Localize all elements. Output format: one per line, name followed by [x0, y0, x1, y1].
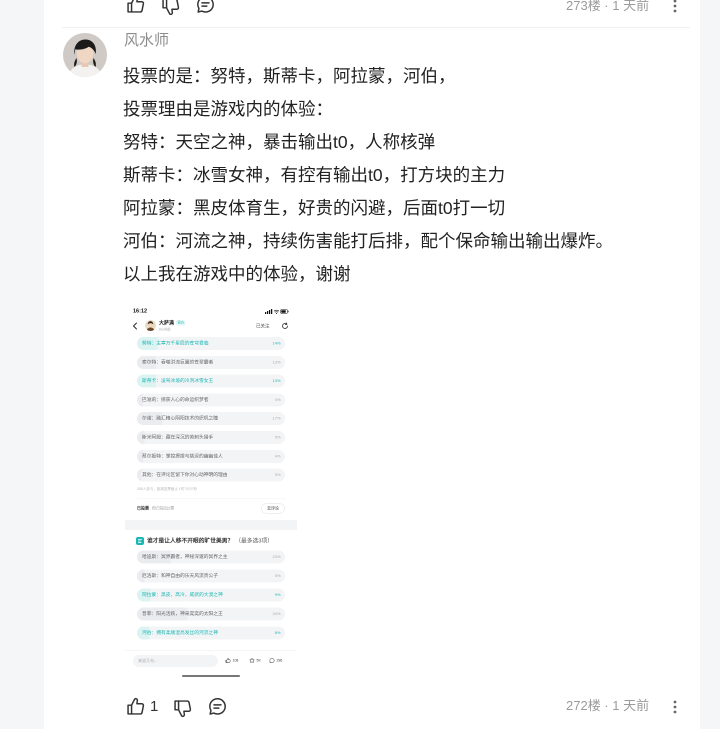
poll-option-percent: 8% — [274, 630, 281, 636]
attached-screenshot[interactable]: 16:12 大萨满 官方 8小时前 已关注 努特：主宰万千星辰的苍穹君临 14% 索… — [125, 303, 297, 680]
poll-option-percent: 5% — [274, 573, 281, 579]
comment-divider — [62, 27, 690, 28]
poll-option-percent: 13% — [272, 359, 281, 365]
comment-line: 投票的是：努特，斯蒂卡，阿拉蒙，河伯， — [123, 66, 456, 86]
poll-option[interactable]: 索尔特：吞噬洪流巨翼的苍翠霸者 13% — [137, 355, 285, 369]
poll-option-label: 努特：主宰万千星辰的苍穹君临 — [142, 340, 209, 347]
thumbs-up-icon[interactable] — [225, 658, 231, 664]
poll-option[interactable]: 河伯：拥有柔顺湿亮发丝的河流之神 8% — [137, 626, 285, 640]
poll-option[interactable]: 普菲：阳光活跃，神采奕奕的太阳之王 34% — [137, 607, 285, 621]
thumbs-up-icon[interactable] — [125, 0, 146, 15]
comment-icon[interactable] — [207, 696, 228, 717]
poll-option-label: 阿拉蒙：黑皮，高冷，威武的大漠之神 — [142, 592, 223, 598]
poll-title-text: 谁才是让人移不开眼的旷世美男？ — [147, 538, 234, 544]
thumbs-up-icon[interactable] — [125, 696, 146, 717]
poll-option-fill — [137, 468, 142, 482]
more-vertical-icon[interactable] — [671, 698, 679, 716]
poll-option[interactable]: 厄洛斯：和神自由的乐天风流贵公子 5% — [137, 569, 285, 583]
poll-option-label: 厄洛斯：和神自由的乐天风流贵公子 — [142, 573, 219, 579]
poll-option-percent: 5% — [274, 434, 281, 440]
avatar[interactable] — [63, 33, 107, 77]
poll-option-percent: 34% — [272, 611, 281, 617]
poll-option-label: 蔡尔姬特：掌控撩拨与挑逗的幽幽佳人 — [142, 453, 223, 459]
poll-option-label: 普菲：阳光活跃，神采奕奕的太阳之王 — [142, 611, 223, 617]
comment-line: 投票理由是游戏内的体验： — [123, 99, 333, 119]
post-time: 8小时前 — [159, 328, 171, 332]
chevron-left-icon[interactable] — [132, 322, 138, 333]
more-vertical-icon[interactable] — [671, 0, 679, 15]
comment-count: 286 — [276, 659, 283, 663]
go-comment-button[interactable]: 去评论 — [261, 503, 285, 514]
comment-icon[interactable] — [195, 0, 216, 15]
poll-option-percent: 17% — [272, 416, 281, 421]
home-indicator — [182, 675, 240, 677]
poll-option-label: 哈迪斯：冥界霸者，神秘深邃的冥界之主 — [142, 554, 228, 560]
poll-option[interactable]: 阿拉蒙：黑皮，高冷，威武的大漠之神 9% — [137, 588, 285, 602]
username[interactable]: 风水师 — [124, 31, 169, 51]
like-count: 108 — [232, 659, 239, 663]
comment-icon[interactable] — [269, 658, 275, 664]
poll-divider — [137, 498, 285, 499]
voted-note: 你已投出2票 — [152, 506, 175, 511]
poll-option-percent: 4% — [274, 453, 281, 459]
poll-option[interactable]: 尔诺：融汇精心阴阳技术的织机之瞳 17% — [137, 412, 285, 426]
comment-line: 努特：天空之神，暴击输出t0，人称核弹 — [123, 132, 436, 152]
poll-option-label: 尔诺：融汇精心阴阳技术的织机之瞳 — [142, 415, 219, 422]
like-count: 1 — [150, 698, 159, 715]
poll-option-percent: 14% — [272, 341, 281, 346]
poll-option[interactable]: 努特：主宰万千星辰的苍穹君临 14% — [137, 337, 285, 350]
poll-option[interactable]: 其他：在评论区留下你对心动神明的理由 3% — [137, 468, 285, 482]
poll-icon — [136, 537, 144, 545]
poll-option-percent: 23% — [272, 554, 281, 560]
poll-option-percent: 3% — [274, 472, 281, 478]
poll-option-percent: 13% — [272, 378, 281, 384]
star-icon[interactable] — [249, 657, 255, 664]
floor-time-label: 273楼 · 1 天前 — [566, 0, 650, 13]
follow-button[interactable]: 已关注 — [256, 323, 270, 329]
poll-option[interactable]: 哈迪斯：冥界霸者，神秘深邃的冥界之主 23% — [137, 550, 285, 564]
comment-text: 投票的是：努特，斯蒂卡，阿拉蒙，河伯， 投票理由是游戏内的体验： 努特：天空之神… — [123, 60, 613, 291]
thumbs-down-icon[interactable] — [172, 698, 193, 719]
poll-option-label: 河伯：拥有柔顺湿亮发丝的河流之神 — [142, 630, 219, 636]
poll-option-percent: 4% — [274, 397, 281, 402]
poll-options: 哈迪斯：冥界霸者，神秘深邃的冥界之主 23% 厄洛斯：和神自由的乐天风流贵公子 5% 阿… — [137, 550, 285, 646]
thumbs-down-icon[interactable] — [160, 0, 181, 17]
phone-screenshot: 16:12 大萨满 官方 8小时前 已关注 努特：主宰万千星辰的苍穹君临 14% 索… — [125, 303, 297, 680]
comment-line: 以上我在游戏中的体验，谢谢 — [123, 264, 351, 284]
author-avatar[interactable] — [145, 320, 156, 331]
poll-option[interactable]: 蔡尔姬特：掌控撩拨与挑逗的幽幽佳人 4% — [137, 449, 285, 463]
comment-line: 斯蒂卡：冰雪女神，有控有输出t0，打方块的主力 — [123, 165, 506, 185]
poll-option-label: 其他：在评论区留下你对心动神明的理由 — [142, 472, 228, 478]
poll-option-label: 索尔特：吞噬洪流巨翼的苍翠霸者 — [142, 359, 214, 365]
author-name[interactable]: 大萨满 — [159, 320, 174, 327]
poll-participants: 388人参与，距离投票截止 1时7分37秒 — [137, 487, 198, 492]
poll-options: 努特：主宰万千星辰的苍穹君临 14% 索尔特：吞噬洪流巨翼的苍翠霸者 13% 斯蒂卡：凌… — [137, 337, 285, 487]
floor-time-label: 272楼 · 1 天前 — [566, 698, 650, 713]
status-time: 16:12 — [133, 308, 148, 314]
poll-option-percent: 9% — [274, 592, 281, 598]
comment-line: 河伯：河流之神，持续伤害能打后排，配个保命输出输出爆炸。 — [123, 231, 613, 251]
reply-input[interactable]: 来说几句... — [133, 655, 218, 667]
poll-title-note: （最多选3项） — [235, 538, 273, 544]
voted-label: 已投票 — [137, 506, 149, 511]
poll-option[interactable]: 斯米阿姆：藏在深沉的劳刺头猎手 5% — [137, 430, 285, 444]
poll-option-label: 斯蒂卡：凌驾冰境的冷冽冰雪女王 — [142, 378, 214, 384]
comment-line: 阿拉蒙：黑皮体育生，好贵的闪避，后面t0打一切 — [123, 198, 506, 218]
status-icons — [265, 308, 289, 317]
poll-title: 谁才是让人移不开眼的旷世美男？ （最多选3项） — [147, 538, 273, 546]
favorite-count: 5K — [256, 659, 261, 663]
poll-option-label: 巴滋莉：掠获人心的命运织梦者 — [142, 396, 209, 403]
poll-option[interactable]: 斯蒂卡：凌驾冰境的冷冽冰雪女王 13% — [137, 374, 285, 388]
author-badge: 官方 — [176, 320, 186, 326]
poll-option-label: 斯米阿姆：藏在深沉的劳刺头猎手 — [142, 434, 214, 440]
poll-option[interactable]: 巴滋莉：掠获人心的命运织梦者 4% — [137, 393, 285, 407]
refresh-icon[interactable] — [281, 322, 289, 333]
